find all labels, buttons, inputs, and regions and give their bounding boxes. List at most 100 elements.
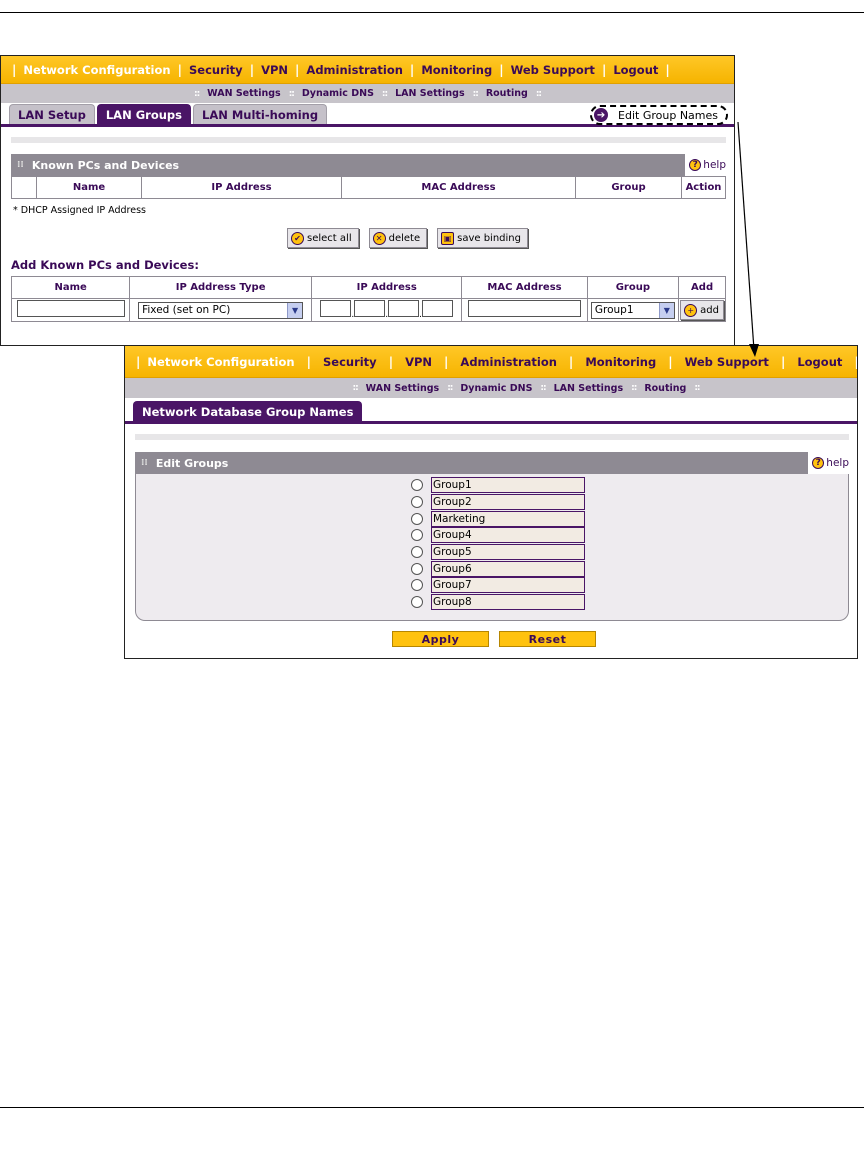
- divider-strip: [11, 137, 726, 143]
- tab-bar: LAN Setup LAN Groups LAN Multi-homing ➔ …: [1, 103, 734, 127]
- nav-administration[interactable]: Administration: [306, 63, 403, 77]
- group-row: Group4: [136, 527, 848, 544]
- groups-list: Group1 Group2 Marketing Group4 Group5 Gr…: [135, 474, 849, 621]
- nav-administration[interactable]: Administration: [460, 355, 557, 369]
- apply-button[interactable]: Apply: [392, 631, 489, 647]
- known-pcs-header: ⁞⁞ Known PCs and Devices ? help: [11, 154, 726, 176]
- top-nav: | Network Configuration | Security | VPN…: [1, 56, 734, 84]
- group-radio[interactable]: [411, 512, 423, 525]
- subnav-routing[interactable]: Routing: [486, 88, 528, 99]
- nav-security[interactable]: Security: [189, 63, 243, 77]
- nav-network-configuration[interactable]: Network Configuration: [147, 355, 294, 369]
- group-name-field[interactable]: Marketing: [431, 510, 585, 527]
- save-binding-button[interactable]: ▣ save binding: [437, 228, 528, 248]
- add-col-ip-type: IP Address Type: [129, 276, 312, 299]
- tab-lan-setup[interactable]: LAN Setup: [9, 104, 95, 124]
- tab-lan-groups[interactable]: LAN Groups: [96, 104, 191, 124]
- subnav-routing[interactable]: Routing: [644, 383, 686, 394]
- nav-security[interactable]: Security: [323, 355, 377, 369]
- tab-lan-multi-homing[interactable]: LAN Multi-homing: [193, 104, 328, 124]
- add-button[interactable]: + add: [680, 300, 724, 320]
- group-name-field[interactable]: Group2: [431, 494, 585, 511]
- grip-icon: ⁞⁞: [141, 458, 148, 468]
- select-all-button[interactable]: ✔ select all: [287, 228, 359, 248]
- nav-network-configuration[interactable]: Network Configuration: [23, 63, 170, 77]
- mac-address-input[interactable]: [468, 300, 582, 317]
- group-radio[interactable]: [411, 479, 423, 492]
- add-pcs-row: Fixed (set on PC) ▼ ... Group1 ▼ + add: [10, 298, 726, 322]
- subnav-lan-settings[interactable]: LAN Settings: [395, 88, 465, 99]
- add-col-add: Add: [678, 276, 726, 299]
- divider-strip: [135, 434, 849, 440]
- ip-address-type-select[interactable]: Fixed (set on PC) ▼: [138, 301, 304, 319]
- help-icon: ?: [689, 159, 702, 171]
- delete-button[interactable]: ✕ delete: [368, 228, 428, 248]
- nav-monitoring[interactable]: Monitoring: [585, 355, 656, 369]
- nav-vpn[interactable]: VPN: [261, 63, 288, 77]
- tab-bar: Network Database Group Names: [125, 398, 857, 424]
- add-pcs-table: Name IP Address Type IP Address MAC Addr…: [10, 276, 726, 322]
- group-name-field[interactable]: Group6: [431, 560, 585, 577]
- plus-icon: +: [684, 303, 698, 317]
- group-name-field[interactable]: Group8: [431, 594, 585, 611]
- subnav-wan-settings[interactable]: WAN Settings: [366, 383, 440, 394]
- page-bottom-rule: [0, 1107, 864, 1108]
- group-row: Group1: [136, 477, 848, 494]
- col-mac-address: MAC Address: [341, 176, 576, 199]
- nav-monitoring[interactable]: Monitoring: [421, 63, 492, 77]
- subnav-dynamic-dns[interactable]: Dynamic DNS: [460, 383, 532, 394]
- nav-web-support[interactable]: Web Support: [685, 355, 769, 369]
- group-radio[interactable]: [411, 546, 423, 559]
- reset-button[interactable]: Reset: [499, 631, 596, 647]
- nav-logout[interactable]: Logout: [613, 63, 658, 77]
- group-radio[interactable]: [411, 562, 423, 575]
- form-actions: Apply Reset: [125, 631, 857, 647]
- add-col-mac-address: MAC Address: [461, 276, 588, 299]
- group-radio[interactable]: [411, 529, 423, 542]
- group-row: Group7: [136, 577, 848, 594]
- ip-octet-1-input[interactable]: [320, 300, 352, 317]
- save-icon: ▣: [441, 231, 455, 245]
- group-radio[interactable]: [411, 496, 423, 509]
- subnav-dynamic-dns[interactable]: Dynamic DNS: [302, 88, 374, 99]
- chevron-down-icon: ▼: [287, 302, 303, 318]
- group-row: Group5: [136, 544, 848, 561]
- group-row: Group8: [136, 594, 848, 611]
- nav-vpn[interactable]: VPN: [405, 355, 432, 369]
- name-input[interactable]: [16, 300, 125, 317]
- ip-octet-3-input[interactable]: [388, 300, 420, 317]
- select-column-header: [11, 176, 37, 199]
- group-name-field[interactable]: Group5: [431, 544, 585, 561]
- group-select[interactable]: Group1 ▼: [590, 301, 675, 319]
- page-top-rule: [0, 12, 864, 13]
- group-name-field[interactable]: Group1: [431, 477, 585, 494]
- col-name: Name: [36, 176, 142, 199]
- edit-group-names-link[interactable]: ➔ Edit Group Names: [590, 105, 728, 125]
- add-col-ip-address: IP Address: [310, 276, 463, 299]
- edit-groups-header: ⁞⁞ Edit Groups ? help: [135, 452, 849, 474]
- dhcp-note: * DHCP Assigned IP Address: [13, 205, 146, 216]
- subnav-wan-settings[interactable]: WAN Settings: [207, 88, 281, 99]
- group-radio[interactable]: [411, 579, 423, 592]
- group-name-field[interactable]: Group4: [431, 527, 585, 544]
- edit-groups-section: ⁞⁞ Edit Groups ? help Group1 Group2 Mark…: [125, 452, 857, 621]
- col-ip-address: IP Address: [141, 176, 342, 199]
- subnav-lan-settings[interactable]: LAN Settings: [554, 383, 624, 394]
- edit-group-names-screenshot: | Network Configuration | Security | VPN…: [124, 345, 858, 659]
- edit-group-names-label: Edit Group Names: [618, 108, 718, 122]
- sub-nav: :: WAN Settings :: Dynamic DNS :: LAN Se…: [125, 378, 857, 398]
- ip-octet-2-input[interactable]: [354, 300, 386, 317]
- group-radio[interactable]: [411, 596, 423, 609]
- known-pcs-title: Known PCs and Devices: [31, 158, 180, 172]
- help-link[interactable]: ? help: [808, 452, 849, 474]
- tab-network-database-group-names[interactable]: Network Database Group Names: [133, 401, 363, 421]
- nav-web-support[interactable]: Web Support: [511, 63, 595, 77]
- group-name-field[interactable]: Group7: [431, 577, 585, 594]
- ip-octet-4-input[interactable]: [422, 300, 454, 317]
- add-known-pcs-title: Add Known PCs and Devices:: [11, 258, 199, 272]
- help-link[interactable]: ? help: [685, 154, 726, 176]
- group-row: Group2: [136, 494, 848, 511]
- grip-icon: ⁞⁞: [17, 160, 24, 170]
- chevron-down-icon: ▼: [658, 302, 674, 318]
- nav-logout[interactable]: Logout: [797, 355, 842, 369]
